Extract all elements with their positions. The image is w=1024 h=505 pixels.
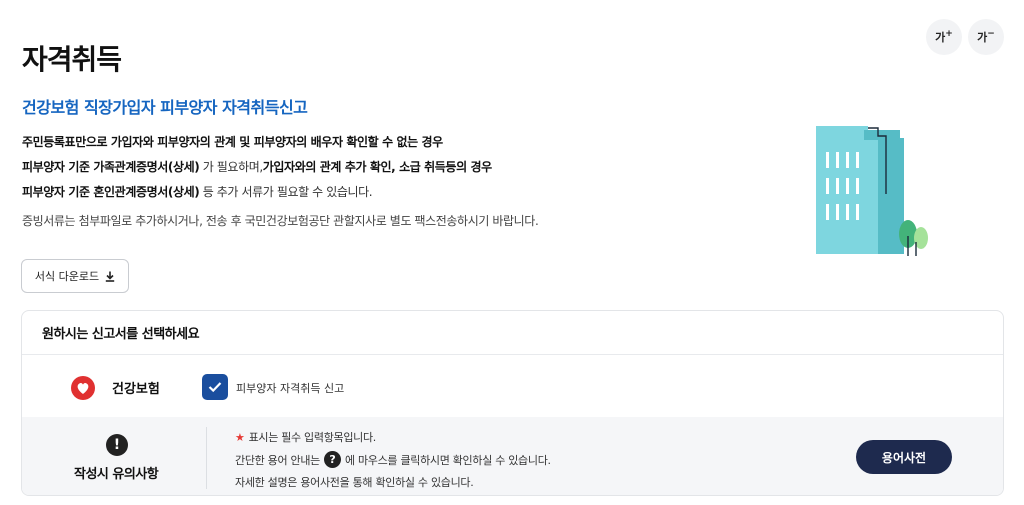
page-subtitle: 건강보험 직장가입자 피부양자 자격취득신고 xyxy=(22,98,308,117)
dependent-acquisition-checkbox[interactable] xyxy=(202,374,228,400)
description-line-3: 피부양자 기준 혼인관계증명서(상세) 등 추가 서류가 필요할 수 있습니다. xyxy=(22,183,373,200)
description-line-4: 증빙서류는 첨부파일로 추가하시거나, 전송 후 국민건강보험공단 관할지사로 … xyxy=(22,214,539,228)
check-icon xyxy=(208,382,222,393)
report-selection-panel: 원하시는 신고서를 선택하세요 건강보험 피부양자 자격취득 신고 ! 작성시 … xyxy=(21,310,1004,496)
description-line-1-text: 주민등록표만으로 가입자와 피부양자의 관계 및 피부양자의 배우자 확인할 수… xyxy=(22,135,443,149)
glossary-button[interactable]: 용어사전 xyxy=(856,440,952,474)
writing-notes-section: ! 작성시 유의사항 ★ 표시는 필수 입력항목입니다. 간단한 용어 안내는 ?… xyxy=(22,417,1003,495)
note-glossary: 자세한 설명은 용어사전을 통해 확인하실 수 있습니다. xyxy=(235,476,474,489)
description-line-3-normal: 등 추가 서류가 필요할 수 있습니다. xyxy=(199,185,373,199)
note-help: 간단한 용어 안내는 ? 에 마우스를 클릭하시면 확인하실 수 있습니다. xyxy=(235,451,551,468)
panel-heading: 원하시는 신고서를 선택하세요 xyxy=(22,311,1003,355)
form-download-button[interactable]: 서식 다운로드 xyxy=(21,259,129,293)
font-decrease-label: 가 xyxy=(977,31,988,44)
notes-title: 작성시 유의사항 xyxy=(74,467,159,482)
note-help-before: 간단한 용어 안내는 xyxy=(235,453,320,467)
plus-icon: + xyxy=(945,29,953,39)
minus-icon: − xyxy=(987,29,995,39)
note-required-text: 표시는 필수 입력항목입니다. xyxy=(248,431,377,444)
font-size-decrease-button[interactable]: 가 − xyxy=(968,19,1004,55)
description-line-2-normal: 가 필요하며, xyxy=(199,160,263,174)
font-size-increase-button[interactable]: 가 + xyxy=(926,19,962,55)
report-option-row: 건강보험 피부양자 자격취득 신고 xyxy=(22,356,1003,416)
help-icon[interactable]: ? xyxy=(323,451,341,468)
exclamation-icon: ! xyxy=(106,434,128,456)
nhis-logo-icon xyxy=(71,376,95,400)
note-help-after: 에 마우스를 클릭하시면 확인하실 수 있습니다. xyxy=(344,453,551,467)
description-line-2: 피부양자 기준 가족관계증명서(상세) 가 필요하며,가입자와의 관계 추가 확… xyxy=(22,158,492,175)
building-illustration xyxy=(816,126,928,256)
page-title: 자격취득 xyxy=(22,43,122,76)
font-increase-label: 가 xyxy=(935,31,946,44)
required-star-icon: ★ xyxy=(235,431,245,444)
notes-divider xyxy=(206,427,207,489)
note-required: ★ 표시는 필수 입력항목입니다. xyxy=(235,429,376,445)
brand-name: 건강보험 xyxy=(112,382,160,397)
description-line-3-bold: 피부양자 기준 혼인관계증명서(상세) xyxy=(22,185,200,199)
dependent-acquisition-label[interactable]: 피부양자 자격취득 신고 xyxy=(236,380,344,396)
description-line-1: 주민등록표만으로 가입자와 피부양자의 관계 및 피부양자의 배우자 확인할 수… xyxy=(22,133,443,150)
download-button-label: 서식 다운로드 xyxy=(34,270,100,283)
description-line-2-bold-a: 피부양자 기준 가족관계증명서(상세) xyxy=(22,160,200,174)
description-line-2-bold-b: 가입자와의 관계 추가 확인, 소급 취득등의 경우 xyxy=(262,160,492,174)
download-icon xyxy=(105,271,115,282)
